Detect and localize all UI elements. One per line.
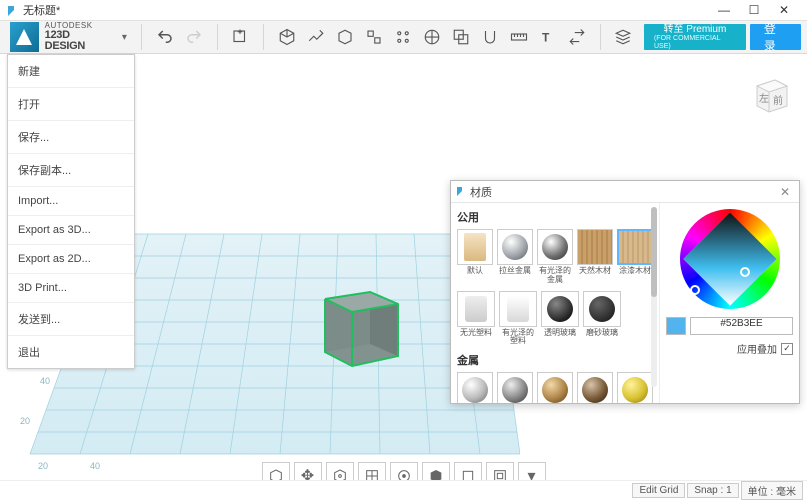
material-list[interactable]: 公用 默认 拉丝金属 有光泽的金属 天然木材 涂漆木材	[451, 203, 659, 403]
modify-button[interactable]	[361, 24, 387, 50]
color-wheel[interactable]	[680, 209, 780, 309]
sketch-button[interactable]	[303, 24, 329, 50]
material-metal-3[interactable]	[537, 372, 573, 403]
maximize-button[interactable]: ☐	[739, 0, 769, 20]
color-preview	[666, 317, 686, 335]
premium-label-1: 转至 Premium	[664, 24, 727, 35]
measure-button[interactable]	[506, 24, 532, 50]
menu-send-to[interactable]: 发送到...	[8, 303, 134, 336]
undo-button[interactable]	[152, 24, 178, 50]
material-panel-close-icon[interactable]: ✕	[777, 185, 793, 199]
apply-overlay-label: 应用叠加	[737, 341, 777, 356]
svg-text:前: 前	[773, 94, 783, 107]
material-metal-1[interactable]	[457, 372, 493, 403]
combine-button[interactable]	[448, 24, 474, 50]
menu-exit[interactable]: 退出	[8, 336, 134, 368]
snap-field[interactable]: Snap : 1	[687, 483, 738, 498]
sv-marker-icon[interactable]	[740, 267, 750, 277]
minimize-button[interactable]: —	[709, 0, 739, 20]
category-common: 公用	[457, 209, 653, 225]
menu-open[interactable]: 打开	[8, 88, 134, 121]
construct-button[interactable]	[332, 24, 358, 50]
text-button[interactable]: T	[535, 24, 561, 50]
material-painted-wood[interactable]	[617, 229, 653, 265]
redo-button[interactable]	[181, 24, 207, 50]
brand-menu[interactable]: AUTODESK 123D DESIGN ▾	[6, 22, 131, 52]
close-button[interactable]: ✕	[769, 0, 799, 20]
panel-icon	[457, 187, 466, 196]
material-clear-glass[interactable]	[541, 291, 579, 327]
hue-marker-icon[interactable]	[690, 285, 700, 295]
top-toolbar: AUTODESK 123D DESIGN ▾ T 转至 Premium (FOR…	[0, 20, 807, 54]
edit-grid-button[interactable]: Edit Grid	[632, 483, 685, 498]
primitives-button[interactable]	[228, 24, 253, 50]
material-metal-2[interactable]	[497, 372, 533, 403]
menu-new[interactable]: 新建	[8, 55, 134, 88]
menu-import[interactable]: Import...	[8, 187, 134, 216]
primitive-cube-button[interactable]	[274, 24, 300, 50]
menu-3d-print[interactable]: 3D Print...	[8, 274, 134, 303]
material-glossy-metal[interactable]	[537, 229, 573, 265]
material-natural-wood[interactable]	[577, 229, 613, 265]
material-scrollbar[interactable]	[651, 207, 657, 387]
apply-overlay-checkbox[interactable]: ✓	[781, 343, 793, 355]
svg-text:20: 20	[20, 416, 30, 426]
brand-line2: 123D DESIGN	[45, 30, 110, 52]
premium-label-2: (FOR COMMERCIAL USE)	[654, 35, 736, 50]
menu-export-3d[interactable]: Export as 3D...	[8, 216, 134, 245]
svg-text:40: 40	[40, 376, 50, 386]
pattern-button[interactable]	[390, 24, 416, 50]
material-metal-4[interactable]	[577, 372, 613, 403]
selected-cube[interactable]	[310, 274, 410, 374]
grouping-button[interactable]	[419, 24, 445, 50]
status-bar: Edit Grid Snap : 1 单位 : 毫米	[0, 480, 807, 500]
material-metal-5[interactable]	[617, 372, 653, 403]
material-glossy-plastic[interactable]	[499, 291, 537, 327]
material-frosted-glass[interactable]	[583, 291, 621, 327]
snap-button[interactable]	[477, 24, 503, 50]
material-panel: 材质 ✕ 公用 默认 拉丝金属 有光泽的金属 天然木材 涂漆木材	[450, 180, 800, 404]
convert-button[interactable]	[564, 24, 590, 50]
chevron-down-icon: ▾	[122, 32, 127, 43]
material-brushed-metal[interactable]	[497, 229, 533, 265]
materials-button[interactable]	[611, 24, 636, 50]
menu-export-2d[interactable]: Export as 2D...	[8, 245, 134, 274]
material-panel-title: 材质	[470, 184, 492, 200]
menu-save[interactable]: 保存...	[8, 121, 134, 154]
menu-save-copy[interactable]: 保存副本...	[8, 154, 134, 187]
app-icon	[8, 6, 18, 16]
material-matte-plastic[interactable]	[457, 291, 495, 327]
brand-logo-icon	[10, 22, 39, 52]
viewcube[interactable]: 左 前	[747, 70, 795, 118]
window-title: 无标题*	[23, 2, 60, 18]
color-hex-input[interactable]: #52B3EE	[690, 317, 793, 335]
login-button[interactable]: 登录	[750, 24, 801, 50]
units-field[interactable]: 单位 : 毫米	[741, 481, 803, 500]
premium-button[interactable]: 转至 Premium (FOR COMMERCIAL USE)	[644, 24, 746, 50]
svg-text:T: T	[542, 31, 550, 45]
category-metal: 金属	[457, 352, 653, 368]
svg-text:左: 左	[759, 92, 769, 105]
file-menu: 新建 打开 保存... 保存副本... Import... Export as …	[7, 54, 135, 369]
material-default[interactable]	[457, 229, 493, 265]
